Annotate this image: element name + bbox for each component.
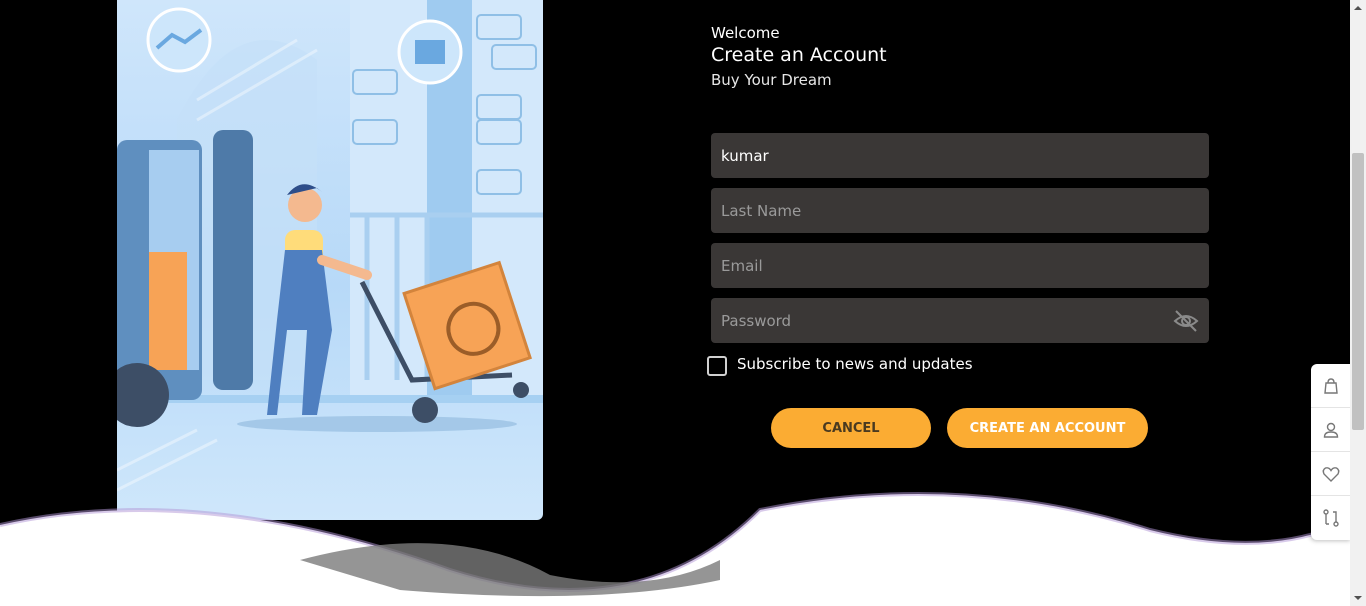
cart-button[interactable] [1311,364,1351,408]
scrollbar-thumb[interactable] [1352,153,1364,430]
subscribe-label[interactable]: Subscribe to news and updates [737,355,973,373]
bag-icon [1324,377,1338,394]
page-subtitle: Buy Your Dream [711,71,832,89]
eye-slash-icon[interactable] [1172,307,1200,335]
user-icon [1323,422,1339,438]
scroll-up-icon[interactable] [1353,3,1363,13]
subscribe-checkbox[interactable] [707,356,727,376]
compare-button[interactable] [1311,496,1351,540]
account-button[interactable] [1311,408,1351,452]
welcome-text: Welcome [711,24,780,42]
delivery-illustration-art [117,0,543,492]
first-name-input[interactable] [711,133,1209,178]
page-title: Create an Account [711,44,887,66]
wishlist-button[interactable] [1311,452,1351,496]
scroll-down-icon[interactable] [1353,593,1363,603]
last-name-input[interactable] [711,188,1209,233]
floating-toolbar [1311,364,1351,540]
wave-decoration [0,492,1350,606]
create-account-button[interactable]: CREATE AN ACCOUNT [947,408,1148,448]
compare-icon [1323,509,1339,527]
delivery-illustration [117,0,543,520]
password-input[interactable] [711,298,1209,343]
heart-icon [1322,466,1340,482]
email-input[interactable] [711,243,1209,288]
cancel-button[interactable]: CANCEL [771,408,931,448]
